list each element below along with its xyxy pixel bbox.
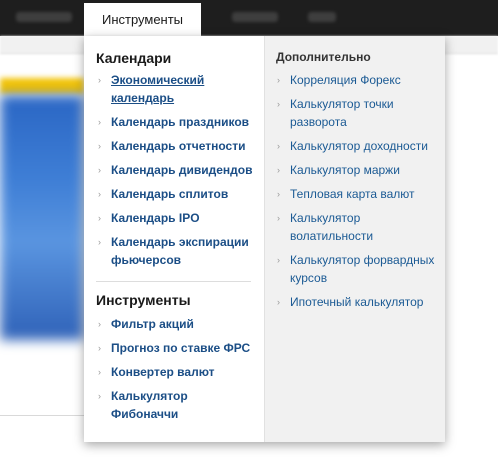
chevron-right-icon: ›	[277, 99, 280, 109]
calendars-heading: Календари	[96, 50, 172, 66]
menu-item-label: Тепловая карта валют	[290, 187, 415, 201]
chevron-right-icon: ›	[98, 141, 101, 151]
menu-item-label: Калькулятор Фибоначчи	[111, 389, 188, 421]
top-navigation-bar: Инструменты	[0, 0, 498, 36]
chevron-right-icon: ›	[277, 141, 280, 151]
chevron-right-icon: ›	[98, 189, 101, 199]
nav-tab-blurred[interactable]	[16, 12, 72, 22]
menu-item-mortgage-calculator[interactable]: › Ипотечный калькулятор	[277, 293, 442, 311]
menu-item-label: Конвертер валют	[111, 365, 215, 379]
menu-item-label: Калькулятор маржи	[290, 163, 400, 177]
background-image	[0, 95, 84, 340]
menu-item-label: Корреляция Форекс	[290, 73, 401, 87]
nav-tab-blurred[interactable]	[232, 12, 278, 22]
chevron-right-icon: ›	[98, 165, 101, 175]
chevron-right-icon: ›	[277, 255, 280, 265]
menu-item-label: Календарь IPO	[111, 211, 200, 225]
menu-item-earnings-calendar[interactable]: › Календарь отчетности	[98, 137, 263, 155]
chevron-right-icon: ›	[277, 297, 280, 307]
menu-item-label: Калькулятор волатильности	[290, 211, 374, 243]
chevron-right-icon: ›	[98, 319, 101, 329]
menu-item-stock-screener[interactable]: › Фильтр акций	[98, 315, 263, 333]
chevron-right-icon: ›	[277, 189, 280, 199]
background-banner	[0, 78, 84, 94]
chevron-right-icon: ›	[98, 117, 101, 127]
menu-item-pivot-point-calculator[interactable]: › Калькулятор точки разворота	[277, 95, 405, 131]
menu-item-economic-calendar[interactable]: › Экономический календарь	[98, 71, 213, 107]
menu-item-label: Экономический календарь	[111, 73, 205, 105]
menu-item-label: Калькулятор доходности	[290, 139, 428, 153]
chevron-right-icon: ›	[98, 213, 101, 223]
menu-item-label: Фильтр акций	[111, 317, 194, 331]
menu-item-forward-rate-calculator[interactable]: › Калькулятор форвардных курсов	[277, 251, 442, 287]
background-divider	[0, 415, 84, 416]
menu-item-label: Календарь праздников	[111, 115, 250, 129]
chevron-right-icon: ›	[98, 237, 101, 247]
chevron-right-icon: ›	[277, 213, 280, 223]
menu-item-yield-calculator[interactable]: › Калькулятор доходности	[277, 137, 442, 155]
menu-item-volatility-calculator[interactable]: › Калькулятор волатильности	[277, 209, 402, 245]
menu-item-currency-converter[interactable]: › Конвертер валют	[98, 363, 263, 381]
menu-item-dividend-calendar[interactable]: › Календарь дивидендов	[98, 161, 263, 179]
menu-item-futures-expiry-calendar[interactable]: › Календарь экспирации фьючерсов	[98, 233, 263, 269]
additional-tools-column: Дополнительно › Корреляция Форекс › Каль…	[264, 36, 445, 442]
menu-item-label: Календарь дивидендов	[111, 163, 253, 177]
menu-item-margin-calculator[interactable]: › Калькулятор маржи	[277, 161, 442, 179]
menu-item-currency-heatmap[interactable]: › Тепловая карта валют	[277, 185, 442, 203]
menu-item-label: Калькулятор форвардных курсов	[290, 253, 435, 285]
menu-item-forex-correlation[interactable]: › Корреляция Форекс	[277, 71, 442, 89]
menu-item-label: Прогноз по ставке ФРС	[111, 341, 251, 355]
menu-item-fed-rate-monitor[interactable]: › Прогноз по ставке ФРС	[98, 339, 263, 357]
menu-item-fibonacci-calculator[interactable]: › Калькулятор Фибоначчи	[98, 387, 208, 423]
chevron-right-icon: ›	[277, 75, 280, 85]
menu-item-label: Календарь экспирации фьючерсов	[111, 235, 249, 267]
menu-item-holiday-calendar[interactable]: › Календарь праздников	[98, 113, 263, 131]
chevron-right-icon: ›	[277, 165, 280, 175]
chevron-right-icon: ›	[98, 391, 101, 401]
menu-item-splits-calendar[interactable]: › Календарь сплитов	[98, 185, 263, 203]
tools-dropdown-menu: Календари › Экономический календарь › Ка…	[84, 36, 445, 442]
additional-heading: Дополнительно	[276, 50, 371, 64]
section-divider	[96, 281, 251, 282]
menu-item-label: Календарь отчетности	[111, 139, 246, 153]
chevron-right-icon: ›	[98, 343, 101, 353]
menu-item-ipo-calendar[interactable]: › Календарь IPO	[98, 209, 263, 227]
menu-item-label: Калькулятор точки разворота	[290, 97, 394, 129]
nav-tab-tools[interactable]: Инструменты	[84, 3, 201, 36]
chevron-right-icon: ›	[98, 75, 101, 85]
chevron-right-icon: ›	[98, 367, 101, 377]
menu-item-label: Ипотечный калькулятор	[290, 295, 424, 309]
menu-item-label: Календарь сплитов	[111, 187, 229, 201]
nav-tab-blurred[interactable]	[308, 12, 336, 22]
tools-heading: Инструменты	[96, 292, 191, 308]
